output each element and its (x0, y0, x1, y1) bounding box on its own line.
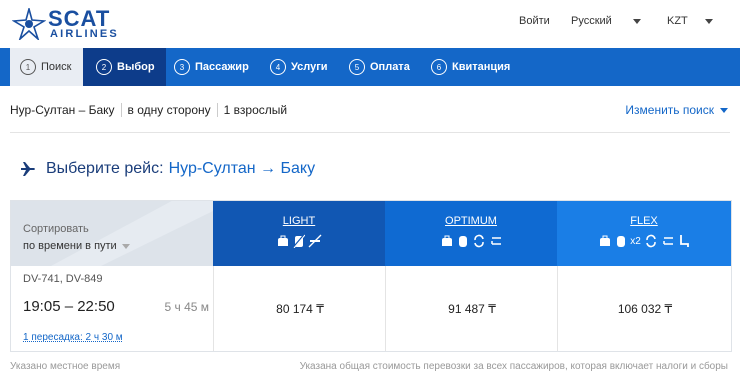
step-services: 4 Услуги (270, 48, 328, 86)
suitcase-count: x2 (630, 235, 641, 247)
refund-icon (663, 237, 673, 245)
sort-value[interactable]: по времени в пути (23, 240, 130, 252)
change-icon (645, 234, 656, 248)
title-route: Нур-Султан → Баку (169, 160, 316, 178)
flights-table: Сортировать по времени в пути LIGHT OPTI… (10, 200, 732, 352)
step-number: 1 (20, 59, 36, 75)
step-select: 2 Выбор (83, 48, 166, 86)
price-light[interactable]: 80 174 ₸ (213, 266, 386, 351)
fare-icons (213, 233, 385, 249)
plane-icon (21, 162, 35, 176)
booking-steps: 1 Поиск 2 Выбор 3 Пассажир 4 Услуги 5 Оп… (0, 48, 740, 86)
step-label: Оплата (370, 61, 410, 73)
page-title: Выберите рейс: Нур-Султан → Баку (20, 160, 315, 178)
refund-icon (490, 237, 501, 245)
language-label: Русский (571, 15, 612, 27)
divider (120, 103, 122, 117)
summary-passengers: 1 взрослый (223, 103, 288, 117)
step-receipt: 6 Квитанция (431, 48, 510, 86)
price-value: 80 174 ₸ (276, 301, 324, 316)
sort-value-label: по времени в пути (23, 240, 117, 252)
change-icon (473, 234, 484, 248)
chevron-down-icon (632, 18, 641, 24)
currency-selector[interactable]: KZT (667, 15, 713, 27)
logo-subtitle: AIRLINES (50, 28, 119, 40)
step-number: 5 (349, 59, 365, 75)
no-change-icon (308, 234, 322, 248)
price-optimum[interactable]: 91 487 ₸ (385, 266, 558, 351)
step-search[interactable]: 1 Поиск (10, 48, 83, 86)
bag-icon (278, 235, 288, 246)
title-to: Баку (280, 160, 316, 177)
stops-link[interactable]: 1 пересадка: 2 ч 30 м (23, 332, 123, 343)
step-label: Пассажир (195, 61, 249, 73)
chevron-down-icon (121, 243, 130, 249)
fare-name: LIGHT (282, 215, 316, 227)
suitcase-icon (458, 236, 467, 247)
fare-header-light[interactable]: LIGHT (213, 201, 385, 266)
step-number: 3 (174, 59, 190, 75)
login-link[interactable]: Войти (519, 15, 550, 27)
chevron-down-icon (704, 18, 713, 24)
scat-logo[interactable]: SCAT AIRLINES (12, 8, 142, 40)
title-prefix: Выберите рейс: (46, 160, 164, 177)
top-bar: SCAT AIRLINES Войти Русский KZT (0, 0, 740, 48)
flight-info: DV-741, DV-849 19:05 – 22:50 5 ч 45 м 1 … (11, 266, 213, 351)
step-label: Поиск (41, 61, 72, 73)
logo-name: SCAT (48, 6, 111, 31)
sort-label: Сортировать (23, 223, 89, 235)
fare-header-optimum[interactable]: OPTIMUM (385, 201, 557, 266)
summary-route: Нур-Султан – Баку (10, 103, 115, 117)
fare-name: OPTIMUM (445, 215, 497, 227)
step-label: Выбор (117, 61, 155, 73)
step-number: 4 (270, 59, 286, 75)
fare-header-flex[interactable]: FLEX x2 (557, 201, 731, 266)
change-search-button[interactable]: Изменить поиск (625, 103, 728, 117)
logo-emblem-icon (12, 8, 46, 40)
sort-control[interactable]: Сортировать по времени в пути (11, 201, 213, 266)
chevron-down-icon (720, 107, 728, 113)
price-value: 91 487 ₸ (448, 301, 496, 316)
step-number: 2 (96, 59, 112, 75)
language-selector[interactable]: Русский (571, 15, 641, 27)
step-passenger: 3 Пассажир (174, 48, 249, 86)
seat-icon (679, 235, 689, 247)
title-from: Нур-Султан (168, 160, 256, 177)
divider (216, 103, 218, 117)
arrow-icon: → (260, 160, 277, 177)
step-number: 6 (431, 59, 447, 75)
bag-icon (600, 235, 611, 246)
flight-times: 19:05 – 22:50 (23, 298, 115, 315)
no-bag-icon (293, 234, 305, 248)
footer-local-time-note: Указано местное время (10, 361, 121, 372)
divider (10, 132, 730, 133)
price-value: 106 032 ₸ (617, 301, 673, 316)
step-payment: 5 Оплата (349, 48, 410, 86)
fare-icons: x2 (557, 233, 731, 249)
change-search-label: Изменить поиск (625, 103, 714, 117)
bag-icon (441, 235, 452, 246)
step-label: Квитанция (452, 61, 511, 73)
step-label: Услуги (291, 61, 328, 73)
price-flex[interactable]: 106 032 ₸ (557, 266, 732, 351)
fare-icons (385, 233, 557, 249)
flight-numbers: DV-741, DV-849 (23, 273, 103, 285)
currency-label: KZT (667, 15, 688, 27)
fare-name: FLEX (630, 215, 658, 227)
suitcase-icon (617, 236, 626, 247)
footer-price-note: Указана общая стоимость перевозки за все… (299, 361, 728, 372)
search-summary: Нур-Султан – Баку в одну сторону 1 взрос… (10, 103, 287, 117)
summary-trip-type: в одну сторону (127, 103, 211, 117)
flight-duration: 5 ч 45 м (164, 300, 209, 314)
